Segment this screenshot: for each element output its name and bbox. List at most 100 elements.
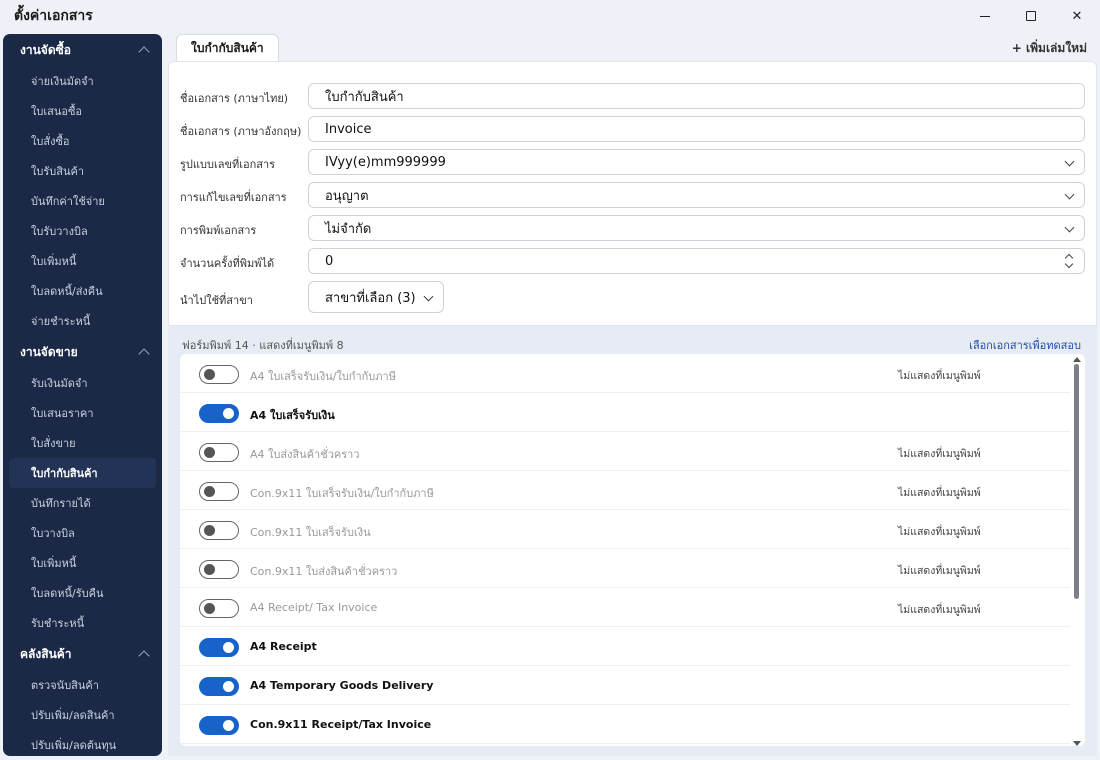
edit-number-value: อนุญาต (325, 188, 369, 204)
close-button[interactable]: ✕ (1054, 0, 1100, 32)
sidebar-item[interactable]: จ่ายชำระหนี้ (3, 306, 162, 336)
print-form-row: A4 ใบเสร็จรับเงิน (180, 393, 1070, 432)
print-form-name: Con.9x11 ใบเสร็จรับเงิน/ใบกำกับภาษี (250, 487, 434, 500)
toggle-knob (223, 408, 234, 419)
close-icon: ✕ (1071, 8, 1083, 24)
branches-select[interactable]: สาขาที่เลือก (3) (308, 281, 444, 313)
print-form-toggle[interactable] (199, 404, 239, 423)
print-form-toggle[interactable] (199, 638, 239, 657)
sidebar-item[interactable]: ใบกำกับสินค้า (9, 458, 156, 488)
print-form-toggle[interactable] (199, 443, 239, 462)
print-form-name: Con.9x11 Receipt/Tax Invoice (250, 718, 432, 731)
sidebar-item[interactable]: ใบลดหนี้/รับคืน (3, 578, 162, 608)
print-form-row: Con.9x11 Receipt/Tax Invoice (180, 705, 1070, 744)
sidebar-item[interactable]: ตรวจนับสินค้า (3, 670, 162, 700)
numbering-select[interactable]: IVyy(e)mm999999 (308, 149, 1085, 175)
print-form-toggle[interactable] (199, 560, 239, 579)
printing-label: การพิมพ์เอกสาร (180, 224, 257, 237)
print-forms-summary: ฟอร์มพิมพ์ 14 · แสดงที่เมนูพิมพ์ 8 (182, 339, 344, 352)
print-count-label: จำนวนครั้งที่พิมพ์ได้ (180, 257, 275, 270)
title-bar: ตั้งค่าเอกสาร ✕ (0, 0, 1100, 32)
numbering-label: รูปแบบเลขที่เอกสาร (180, 158, 276, 171)
chevron-up-icon[interactable] (138, 46, 150, 58)
print-form-toggle[interactable] (199, 716, 239, 735)
sidebar-item[interactable]: ใบเสนอซื้อ (3, 96, 162, 126)
tab-bar: ใบกำกับสินค้า + เพิ่มเล่มใหม่ (168, 34, 1097, 62)
toggle-knob (204, 525, 215, 536)
sidebar-item[interactable]: ใบวางบิล (3, 518, 162, 548)
print-form-toggle[interactable] (199, 482, 239, 501)
numbering-value: IVyy(e)mm999999 (325, 154, 446, 170)
print-count-value: 0 (325, 253, 334, 269)
print-form-toggle[interactable] (199, 677, 239, 696)
toggle-knob (204, 564, 215, 575)
tab-invoice[interactable]: ใบกำกับสินค้า (176, 34, 279, 62)
print-forms-panel: ฟอร์มพิมพ์ 14 · แสดงที่เมนูพิมพ์ 8 เลือก… (168, 326, 1097, 756)
print-form-toggle[interactable] (199, 365, 239, 384)
chevron-down-icon (1064, 189, 1075, 200)
sidebar-group-header[interactable]: คลังสินค้า (3, 638, 162, 670)
sidebar-item[interactable]: บันทึกค่าใช้จ่าย (3, 186, 162, 216)
sidebar-item[interactable]: ใบสั่งขาย (3, 428, 162, 458)
sidebar-item[interactable]: ปรับเพิ่ม/ลดต้นทุน (3, 730, 162, 756)
choose-test-document-link[interactable]: เลือกเอกสารเพื่อทดสอบ (969, 336, 1081, 354)
maximize-button[interactable] (1008, 0, 1054, 32)
chevron-up-icon[interactable] (138, 650, 150, 662)
print-form-status: ไม่แสดงที่เมนูพิมพ์ (898, 565, 981, 577)
print-form-row: Con.9x11 ใบส่งสินค้าชั่วคราว ไม่แสดงที่เม… (180, 549, 1070, 588)
printing-select[interactable]: ไม่จำกัด (308, 215, 1085, 241)
print-form-row: A4 ใบส่งสินค้าชั่วคราว ไม่แสดงที่เมนูพิมพ… (180, 432, 1070, 471)
toggle-knob (204, 486, 215, 497)
document-settings-form: ชื่อเอกสาร (ภาษาไทย) ใบกำกับสินค้า ชื่อเ… (168, 61, 1097, 326)
sidebar-item[interactable]: ใบสั่งซื้อ (3, 126, 162, 156)
sidebar-item[interactable]: จ่ายเงินมัดจำ (3, 66, 162, 96)
scrollbar-thumb[interactable] (1074, 364, 1079, 599)
sidebar-group-title: งานจัดขาย (20, 344, 78, 359)
form-row-edit-number: การแก้ไขเลขที่เอกสาร อนุญาต (179, 182, 1085, 208)
add-new-book-button[interactable]: + เพิ่มเล่มใหม่ (1012, 39, 1087, 58)
print-form-toggle[interactable] (199, 599, 239, 618)
toggle-knob (223, 681, 234, 692)
toggle-knob (204, 447, 215, 458)
sidebar-group-header[interactable]: งานจัดซื้อ (3, 34, 162, 66)
name-en-input[interactable]: Invoice (308, 116, 1085, 142)
sidebar-item[interactable]: ใบรับวางบิล (3, 216, 162, 246)
scrollbar[interactable] (1073, 357, 1081, 746)
sidebar-item[interactable]: ใบเสนอราคา (3, 398, 162, 428)
scroll-down-icon[interactable] (1073, 741, 1081, 746)
sidebar: งานจัดซื้อ จ่ายเงินมัดจำ ใบเสนอซื้อ ใบสั่งซ… (3, 34, 162, 756)
sidebar-item[interactable]: ใบเพิ่มหนี้ (3, 246, 162, 276)
minimize-button[interactable] (962, 0, 1008, 32)
window-title: ตั้งค่าเอกสาร (14, 8, 93, 24)
print-form-toggle[interactable] (199, 521, 239, 540)
edit-number-select[interactable]: อนุญาต (308, 182, 1085, 208)
chevron-up-icon[interactable] (138, 348, 150, 360)
print-form-name: A4 ใบส่งสินค้าชั่วคราว (250, 448, 360, 461)
chevron-down-icon (1064, 156, 1075, 167)
sidebar-item[interactable]: ปรับเพิ่ม/ลดสินค้า (3, 700, 162, 730)
print-form-status: ไม่แสดงที่เมนูพิมพ์ (898, 448, 981, 460)
name-th-input[interactable]: ใบกำกับสินค้า (308, 83, 1085, 109)
edit-number-label: การแก้ไขเลขที่เอกสาร (180, 191, 287, 204)
sidebar-item[interactable]: ใบลดหนี้/ส่งคืน (3, 276, 162, 306)
spinner-icon[interactable] (1064, 252, 1074, 270)
print-form-row: A4 Temporary Goods Delivery (180, 666, 1070, 705)
print-form-row: Con.9x11 ใบเสร็จรับเงิน/ใบกำกับภาษี ไม่แส… (180, 471, 1070, 510)
sidebar-item[interactable]: ใบรับสินค้า (3, 156, 162, 186)
toggle-knob (223, 642, 234, 653)
print-form-name: A4 ใบเสร็จรับเงิน (250, 409, 335, 422)
scroll-up-icon[interactable] (1073, 357, 1081, 362)
form-row-numbering: รูปแบบเลขที่เอกสาร IVyy(e)mm999999 (179, 149, 1085, 175)
sidebar-item[interactable]: รับเงินมัดจำ (3, 368, 162, 398)
print-form-status: ไม่แสดงที่เมนูพิมพ์ (898, 604, 981, 616)
print-count-stepper[interactable]: 0 (308, 248, 1085, 274)
print-form-name: A4 Receipt/ Tax Invoice (250, 601, 378, 614)
sidebar-group-header[interactable]: งานจัดขาย (3, 336, 162, 368)
branches-value: สาขาที่เลือก (3) (325, 290, 416, 306)
sidebar-item[interactable]: บันทึกรายได้ (3, 488, 162, 518)
sidebar-item[interactable]: รับชำระหนี้ (3, 608, 162, 638)
print-form-name: A4 Receipt (250, 640, 317, 653)
window-controls: ✕ (962, 0, 1100, 32)
sidebar-item[interactable]: ใบเพิ่มหนี้ (3, 548, 162, 578)
print-form-row: A4 Receipt/ Tax Invoice ไม่แสดงที่เมนูพิม… (180, 588, 1070, 627)
